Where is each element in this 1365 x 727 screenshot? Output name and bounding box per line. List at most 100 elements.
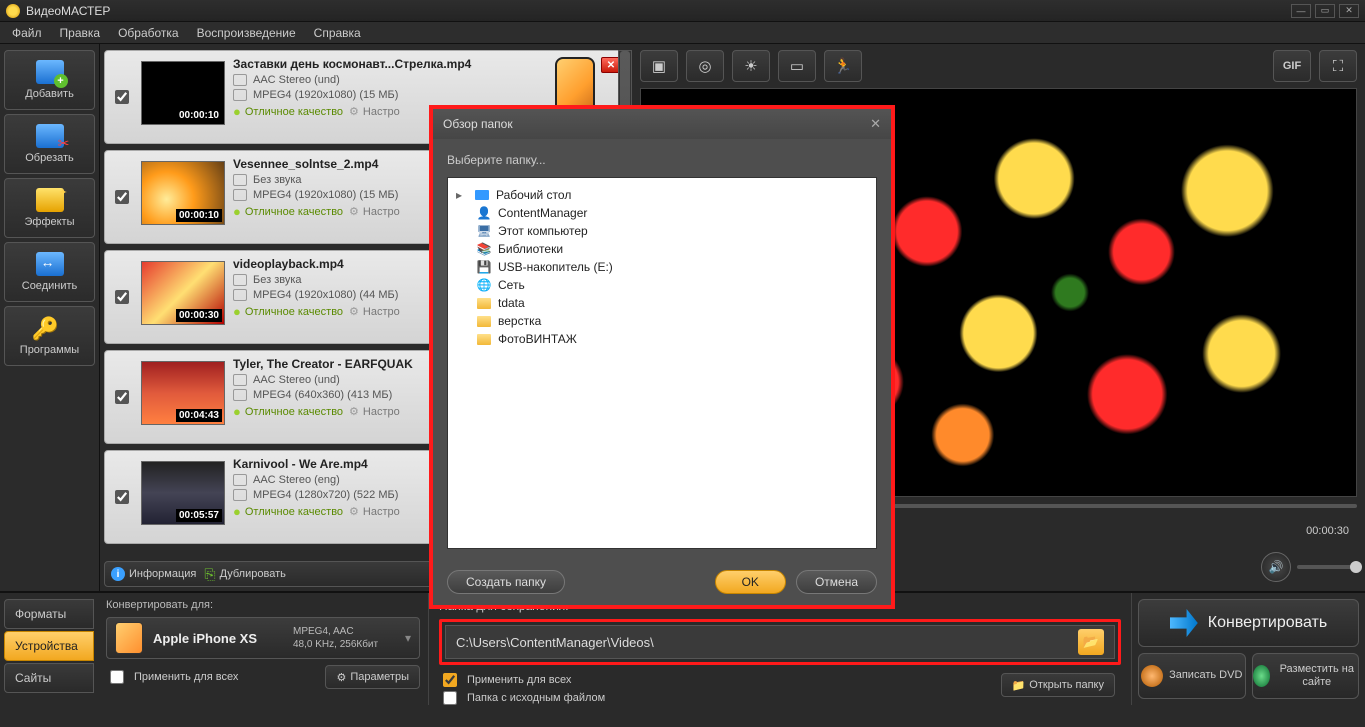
browse-folder-dialog: Обзор папок ✕ Выберите папку... ▸Рабочий… <box>429 105 895 609</box>
minimize-button[interactable]: — <box>1291 4 1311 18</box>
publish-button[interactable]: Разместить на сайте <box>1252 653 1360 699</box>
gear-icon: ⚙ <box>336 671 346 684</box>
video-icon <box>233 489 247 501</box>
sun-icon: ☀ <box>744 57 757 75</box>
globe-icon <box>1253 665 1270 687</box>
ok-button[interactable]: OK <box>715 570 786 594</box>
menu-edit[interactable]: Правка <box>52 24 109 42</box>
quality-badge: Отличное качество <box>233 404 343 419</box>
audio-info: Без звука <box>253 274 302 286</box>
enhance-button[interactable]: ◎ <box>686 50 724 82</box>
volume-button[interactable]: 🔊 <box>1261 552 1291 582</box>
convert-label: Конвертировать для: <box>106 599 420 611</box>
app-logo-icon <box>6 4 20 18</box>
source-folder-checkbox[interactable] <box>443 691 457 705</box>
item-checkbox[interactable] <box>115 290 129 304</box>
menu-file[interactable]: Файл <box>4 24 50 42</box>
settings-link[interactable]: Настро <box>349 205 400 218</box>
apply-all-checkbox[interactable] <box>110 670 124 684</box>
audio-icon <box>233 474 247 486</box>
tree-node[interactable]: 💾USB-накопитель (E:) <box>456 258 868 276</box>
item-checkbox[interactable] <box>115 390 129 404</box>
folder-tree[interactable]: ▸Рабочий стол👤ContentManager🖥Этот компью… <box>447 177 877 549</box>
video-icon <box>233 389 247 401</box>
tree-node[interactable]: ФотоВИНТАЖ <box>456 330 868 348</box>
gif-button[interactable]: GIF <box>1273 50 1311 82</box>
join-label: Соединить <box>22 280 78 292</box>
thumbnail[interactable]: 00:00:30 <box>141 261 225 325</box>
info-button[interactable]: iИнформация <box>111 567 196 581</box>
tab-formats[interactable]: Форматы <box>4 599 94 629</box>
tree-node[interactable]: 📚Библиотеки <box>456 240 868 258</box>
fullscreen-button[interactable]: ⛶ <box>1319 50 1357 82</box>
effects-button[interactable]: Эффекты <box>4 178 95 238</box>
tree-node[interactable]: tdata <box>456 294 868 312</box>
duration-badge: 00:00:10 <box>176 209 222 222</box>
browse-button[interactable]: 📂 <box>1078 629 1104 655</box>
thumbnail[interactable]: 00:00:10 <box>141 161 225 225</box>
crop-button[interactable]: ▣ <box>640 50 678 82</box>
speed-button[interactable]: 🏃 <box>824 50 862 82</box>
thumbnail[interactable]: 00:04:43 <box>141 361 225 425</box>
burn-dvd-button[interactable]: Записать DVD <box>1138 653 1246 699</box>
tab-sites[interactable]: Сайты <box>4 663 94 693</box>
path-input[interactable]: C:\Users\ContentManager\Videos\ 📂 <box>445 625 1115 659</box>
menu-help[interactable]: Справка <box>306 24 369 42</box>
tree-node[interactable]: 🌐Сеть <box>456 276 868 294</box>
item-checkbox[interactable] <box>115 190 129 204</box>
programs-button[interactable]: Программы <box>4 306 95 366</box>
duration-badge: 00:05:57 <box>176 509 222 522</box>
tree-node[interactable]: 👤ContentManager <box>456 204 868 222</box>
volume-slider[interactable] <box>1297 565 1357 569</box>
add-button[interactable]: Добавить <box>4 50 95 110</box>
tree-node-label: ФотоВИНТАЖ <box>498 332 577 346</box>
crop-icon: ▣ <box>652 57 666 75</box>
expand-icon[interactable]: ▸ <box>456 188 468 202</box>
duplicate-button[interactable]: ⎘Дублировать <box>204 566 286 583</box>
item-checkbox[interactable] <box>115 90 129 104</box>
open-folder-button[interactable]: 📁Открыть папку <box>1001 673 1115 697</box>
cancel-button[interactable]: Отмена <box>796 570 877 594</box>
text-icon: ▭ <box>790 57 804 75</box>
video-info: MPEG4 (1920x1080) (15 МБ) <box>253 189 398 201</box>
convert-button[interactable]: Конвертировать <box>1138 599 1359 647</box>
device-selector[interactable]: Apple iPhone XS MPEG4, AAC48,0 KHz, 256К… <box>106 617 420 659</box>
settings-link[interactable]: Настро <box>349 305 400 318</box>
menu-process[interactable]: Обработка <box>110 24 187 42</box>
brightness-button[interactable]: ☀ <box>732 50 770 82</box>
item-checkbox[interactable] <box>115 490 129 504</box>
menu-playback[interactable]: Воспроизведение <box>189 24 304 42</box>
cut-button[interactable]: Обрезать <box>4 114 95 174</box>
tab-devices[interactable]: Устройства <box>4 631 94 661</box>
time-display: 00:00:30 <box>1306 525 1349 537</box>
close-button[interactable]: ✕ <box>1339 4 1359 18</box>
tree-node[interactable]: ▸Рабочий стол <box>456 186 868 204</box>
dialog-close-button[interactable]: ✕ <box>870 116 881 132</box>
thumbnail[interactable]: 00:05:57 <box>141 461 225 525</box>
thumbnail[interactable]: 00:00:10 <box>141 61 225 125</box>
params-button[interactable]: ⚙Параметры <box>325 665 420 689</box>
tree-node[interactable]: 🖥Этот компьютер <box>456 222 868 240</box>
settings-link[interactable]: Настро <box>349 105 400 118</box>
volume-control: 🔊 <box>1261 552 1357 582</box>
video-info: MPEG4 (640x360) (413 МБ) <box>253 389 392 401</box>
tree-node-label: USB-накопитель (E:) <box>498 260 613 274</box>
create-folder-button[interactable]: Создать папку <box>447 570 565 594</box>
settings-link[interactable]: Настро <box>349 505 400 518</box>
text-button[interactable]: ▭ <box>778 50 816 82</box>
video-info: MPEG4 (1280x720) (522 МБ) <box>253 489 398 501</box>
settings-link[interactable]: Настро <box>349 405 400 418</box>
tree-node[interactable]: верстка <box>456 312 868 330</box>
audio-icon <box>233 374 247 386</box>
film-stars-icon <box>36 188 64 212</box>
quality-badge: Отличное качество <box>233 104 343 119</box>
apply-all-folder-checkbox[interactable] <box>443 673 457 687</box>
menubar: Файл Правка Обработка Воспроизведение Сп… <box>0 22 1365 44</box>
device-name: Apple iPhone XS <box>153 631 283 646</box>
tree-node-label: Этот компьютер <box>498 224 588 238</box>
dialog-subtitle: Выберите папку... <box>433 139 891 177</box>
audio-icon <box>233 274 247 286</box>
join-button[interactable]: Соединить <box>4 242 95 302</box>
dialog-title: Обзор папок <box>443 117 513 131</box>
maximize-button[interactable]: ▭ <box>1315 4 1335 18</box>
